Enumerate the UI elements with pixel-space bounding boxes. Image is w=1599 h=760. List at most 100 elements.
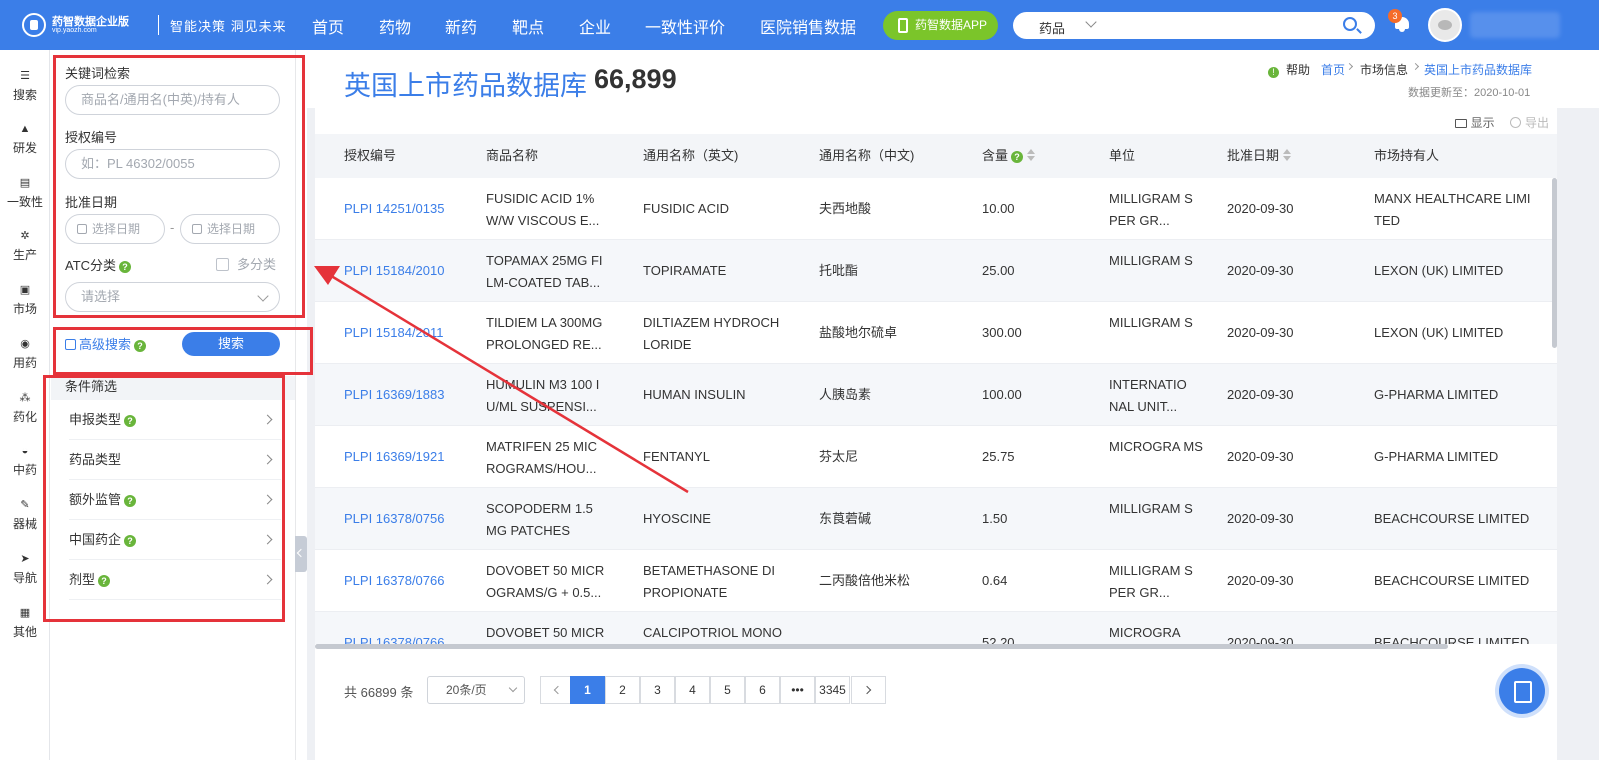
license-number-link[interactable]: PLPI 16378/0766 <box>344 632 474 644</box>
sidebar-item-3[interactable]: ✲ 生产 <box>0 218 50 268</box>
record-count: 66,899 <box>594 64 677 94</box>
table-toolbar: 显示 导出 <box>1454 114 1549 131</box>
next-page-button[interactable] <box>851 676 886 704</box>
table-cell: 2020-09-30 <box>1227 263 1294 278</box>
table-body: PLPI 14251/0135 FUSIDIC ACID 1% W/W VISCO… <box>315 178 1557 644</box>
sort-icon[interactable] <box>1027 149 1036 161</box>
table-cell: HUMAN INSULIN <box>643 387 746 402</box>
table-cell: SCOPODERM 1.5 MG PATCHES <box>486 501 593 538</box>
page-size-select[interactable]: 20条/页 <box>427 676 525 704</box>
avatar[interactable] <box>1428 8 1462 42</box>
page-header: 英国上市药品数据库 66,899 ! 帮助 首页 市场信息 英国上市药品数据库 数… <box>307 50 1599 108</box>
license-number-link[interactable]: PLPI 15184/2011 <box>344 322 474 344</box>
export-button[interactable]: 导出 <box>1498 116 1549 130</box>
table-cell: 2020-09-30 <box>1227 573 1294 588</box>
list-icon: ☰ <box>20 70 30 82</box>
table-cell: 盐酸地尔硫卓 <box>819 325 898 340</box>
nav-consistency-evaluation[interactable]: 一致性评价 <box>645 14 725 38</box>
table-cell: MILLIGRAM S <box>1109 501 1193 516</box>
sort-icon[interactable] <box>1283 149 1292 161</box>
table-row[interactable]: PLPI 16378/0766 DOVOBET 50 MICR OGRAMS/G … <box>315 550 1557 612</box>
license-number-link[interactable]: PLPI 16369/1883 <box>344 384 474 406</box>
license-number-link[interactable]: PLPI 16369/1921 <box>344 446 474 468</box>
breadcrumb-market[interactable]: 市场信息 <box>1360 61 1408 78</box>
pill-icon: ◉ <box>20 338 30 350</box>
table-cell: FENTANYL <box>643 449 710 464</box>
sidebar-item-0[interactable]: ☰ 搜索 <box>0 58 50 108</box>
page-number-button[interactable]: 4 <box>675 676 710 704</box>
vertical-scrollbar[interactable] <box>1552 178 1557 348</box>
table-row[interactable]: PLPI 16378/0756 SCOPODERM 1.5 MG PATCHES H… <box>315 488 1557 550</box>
table-cell: MICROGRA <box>1109 625 1181 640</box>
table-row[interactable]: PLPI 15184/2010 TOPAMAX 25MG FI LM-COATED… <box>315 240 1557 302</box>
table-row[interactable]: PLPI 16369/1921 MATRIFEN 25 MIC ROGRAMS/H… <box>315 426 1557 488</box>
license-number-link[interactable]: PLPI 16378/0756 <box>344 508 474 530</box>
license-number-link[interactable]: PLPI 15184/2010 <box>344 260 474 282</box>
page-number-button[interactable]: 3 <box>640 676 675 704</box>
table-cell: DOVOBET 50 MICR <box>486 625 605 640</box>
table-row[interactable]: PLPI 16378/0766 DOVOBET 50 MICR CALCIPOTRI… <box>315 612 1557 644</box>
column-header-label: 单位 <box>1109 148 1136 163</box>
table-row[interactable]: PLPI 15184/2011 TILDIEM LA 300MG PROLONGE… <box>315 302 1557 364</box>
table-cell: CALCIPOTRIOL MONO <box>643 625 782 640</box>
results-table-card: 显示 导出 授权编号 商品名称 通用名称（英文) 通用名称（中文) 含量? 单位 批准日期 市… <box>315 108 1557 760</box>
breadcrumb-current: 英国上市药品数据库 <box>1424 63 1533 77</box>
table-cell: 52.20 <box>982 635 1015 644</box>
column-header-label: 含量 <box>982 148 1009 163</box>
nav-hospital-sales[interactable]: 医院销售数据 <box>760 14 856 38</box>
table-cell: BEACHCOURSE LIMITED <box>1374 573 1530 588</box>
page-number-button[interactable]: 5 <box>710 676 745 704</box>
chevron-down-icon[interactable] <box>1085 16 1097 28</box>
sidebar-item-label: 研发 <box>12 141 37 155</box>
page-number-button[interactable]: 6 <box>745 676 780 704</box>
nav-home[interactable]: 首页 <box>312 14 344 38</box>
search-category-select[interactable]: 药品 <box>1039 18 1065 37</box>
table-cell: HYOSCINE <box>643 511 711 526</box>
annotation-box-search-fields <box>53 55 305 318</box>
total-count: 共 66899 条 <box>344 685 414 700</box>
page-number-button[interactable]: 1 <box>570 676 605 704</box>
table-cell <box>819 632 969 644</box>
table-row[interactable]: PLPI 16369/1883 HUMULIN M3 100 I U/ML SUS… <box>315 364 1557 426</box>
global-search-input[interactable]: 药品 <box>1013 12 1375 39</box>
column-header-label: 通用名称（中文) <box>819 148 915 163</box>
app-download-button[interactable]: 药智数据APP <box>883 11 998 40</box>
table-cell: MILLIGRAM S PER GR... <box>1109 191 1193 228</box>
search-icon[interactable] <box>1343 17 1357 31</box>
license-number-link[interactable]: PLPI 16378/0766 <box>344 570 474 592</box>
sidebar-item-4[interactable]: ▣ 市场 <box>0 272 50 322</box>
sidebar-item-5[interactable]: ◉ 用药 <box>0 326 50 376</box>
table-cell: 二丙酸倍他米松 <box>819 573 911 588</box>
page-number-button[interactable]: 2 <box>605 676 640 704</box>
sidebar-item-2[interactable]: ▤ 一致性 <box>0 165 50 215</box>
sidebar-item-1[interactable]: ▲ 研发 <box>0 111 50 161</box>
sidebar-item-label: 市场 <box>12 302 37 316</box>
nav-new-drugs[interactable]: 新药 <box>445 14 477 38</box>
column-header: 通用名称（中文) <box>819 134 914 178</box>
page-ellipsis[interactable]: ••• <box>780 676 815 704</box>
table-header: 授权编号 商品名称 通用名称（英文) 通用名称（中文) 含量? 单位 批准日期 市场持有人 <box>315 134 1557 178</box>
help-link[interactable]: ! 帮助 <box>1268 61 1310 78</box>
username-blurred[interactable] <box>1470 12 1560 38</box>
table-row[interactable]: PLPI 14251/0135 FUSIDIC ACID 1% W/W VISCO… <box>315 178 1557 240</box>
display-button[interactable]: 显示 <box>1454 116 1495 130</box>
nav-companies[interactable]: 企业 <box>579 14 611 38</box>
help-icon[interactable]: ? <box>1011 150 1024 163</box>
nav-targets[interactable]: 靶点 <box>512 14 544 38</box>
nav-drugs[interactable]: 药物 <box>379 14 411 38</box>
column-header[interactable]: 含量? <box>982 134 1036 178</box>
syringe-icon: ✎ <box>20 499 30 511</box>
license-number-link[interactable]: PLPI 14251/0135 <box>344 198 474 220</box>
collapse-panel-handle[interactable] <box>295 536 307 572</box>
sidebar-item-label: 用药 <box>12 356 37 370</box>
horizontal-scrollbar[interactable] <box>315 644 1448 649</box>
table-cell: 300.00 <box>982 325 1022 340</box>
breadcrumb-home[interactable]: 首页 <box>1321 61 1345 78</box>
page-number-button[interactable]: 3345 <box>815 676 850 704</box>
chevron-left-icon <box>553 685 563 695</box>
brand-logo[interactable]: 药智数据企业版 vip.yaozh.com 智能决策 洞见未来 <box>22 11 286 39</box>
column-header: 单位 <box>1109 134 1135 178</box>
column-header[interactable]: 批准日期 <box>1227 134 1292 178</box>
clipboard-icon: ▣ <box>19 284 31 296</box>
feedback-fab-button[interactable] <box>1499 668 1545 714</box>
